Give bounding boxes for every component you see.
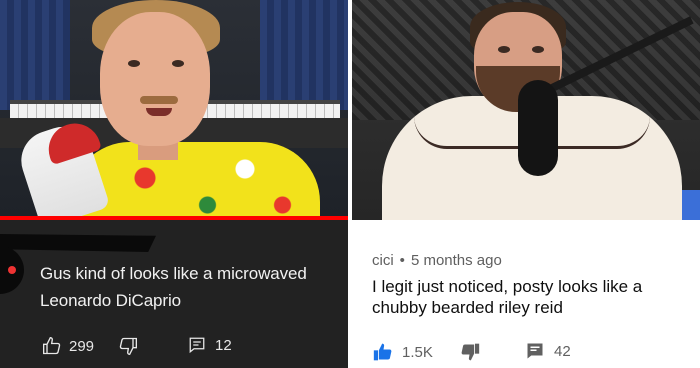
- comment-meta: cici • 5 months ago: [372, 252, 502, 269]
- comment-timestamp[interactable]: 5 months ago: [411, 252, 502, 269]
- eye: [128, 60, 140, 67]
- eye: [498, 46, 510, 53]
- redacted-username: [0, 234, 156, 252]
- reply-count: 42: [554, 342, 571, 360]
- thumbs-up-icon: [372, 342, 394, 362]
- eye: [532, 46, 544, 53]
- eye: [172, 60, 184, 67]
- comment-text: Gus kind of looks like a microwaved Leon…: [40, 264, 307, 310]
- like-count: 299: [69, 337, 95, 355]
- thumbs-down-icon: [460, 342, 480, 362]
- comment-author[interactable]: cici: [372, 252, 394, 269]
- like-button[interactable]: 1.5K: [372, 342, 433, 362]
- like-button[interactable]: 299: [42, 336, 94, 356]
- avatar-badge: [8, 266, 16, 274]
- video-thumbnail-right[interactable]: [352, 0, 700, 220]
- reply-icon: [526, 342, 544, 360]
- acoustic-foam: [0, 0, 70, 110]
- comment-card-right: cici • 5 months ago I legit just noticed, …: [352, 220, 700, 368]
- thumbs-up-icon: [42, 336, 62, 356]
- comment-text: I legit just noticed, posty looks like a…: [372, 277, 643, 317]
- mouth: [146, 108, 172, 116]
- reply-button[interactable]: 12: [188, 336, 232, 354]
- hawaiian-shirt: [70, 142, 320, 220]
- face: [100, 12, 210, 146]
- reply-icon: [188, 336, 206, 354]
- meta-separator: •: [399, 252, 405, 269]
- reply-button[interactable]: 42: [526, 342, 571, 360]
- right-panel: cici • 5 months ago I legit just noticed, …: [352, 0, 700, 368]
- left-panel: Gus kind of looks like a microwaved Leon…: [0, 0, 348, 368]
- reply-count: 12: [215, 336, 232, 354]
- like-count: 1.5K: [402, 343, 433, 361]
- dislike-button[interactable]: [460, 342, 480, 362]
- video-thumbnail-left[interactable]: [0, 0, 348, 220]
- acoustic-foam: [260, 0, 348, 110]
- comment-card-left: Gus kind of looks like a microwaved Leon…: [0, 220, 348, 368]
- thumbs-down-icon: [118, 336, 138, 356]
- mustache: [140, 96, 178, 104]
- dislike-button[interactable]: [118, 336, 138, 356]
- podcast-microphone: [518, 80, 558, 176]
